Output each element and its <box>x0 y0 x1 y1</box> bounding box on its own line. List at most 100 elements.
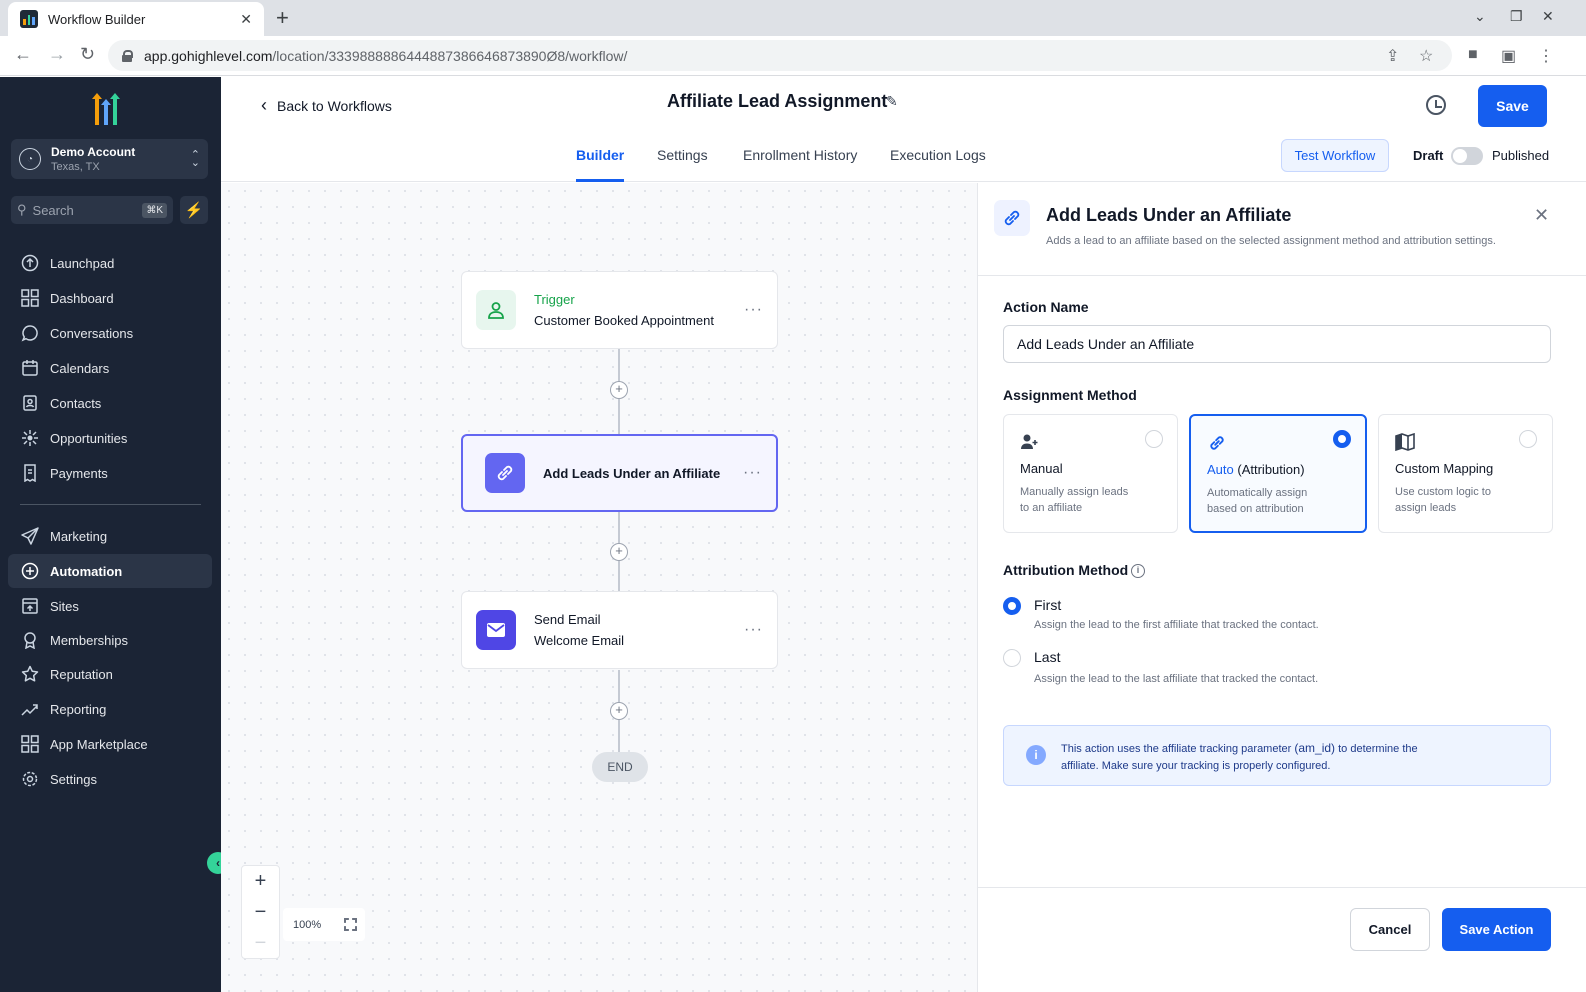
close-icon[interactable]: ✕ <box>1534 205 1549 226</box>
action-name-input[interactable] <box>1003 325 1551 363</box>
sidebar-item-opportunities[interactable]: Opportunities <box>8 421 212 455</box>
sidebar-item-label: Contacts <box>50 395 102 411</box>
more-options-icon[interactable]: ··· <box>743 464 762 482</box>
save-button[interactable]: Save <box>1478 85 1547 127</box>
back-arrow-icon[interactable]: ← <box>14 44 32 65</box>
minimize-caret-icon[interactable]: ⌄ <box>1474 8 1486 25</box>
sidebar-item-label: Marketing <box>50 528 108 544</box>
address-bar[interactable]: app.gohighlevel.com/location/33398888864… <box>108 40 1452 71</box>
close-tab-icon[interactable]: ✕ <box>240 11 252 28</box>
lock-icon <box>122 49 133 62</box>
tab-execution-logs[interactable]: Execution Logs <box>890 147 986 182</box>
reload-icon[interactable]: ↻ <box>80 44 95 65</box>
add-step-plus-icon[interactable]: + <box>610 381 628 399</box>
edit-pencil-icon[interactable]: ✎ <box>886 93 898 110</box>
sidebar-item-sites[interactable]: Sites <box>8 589 212 623</box>
sidebar-item-label: Opportunities <box>50 430 128 446</box>
extension-icon[interactable]: ■ <box>1468 46 1478 64</box>
tab-settings[interactable]: Settings <box>657 147 708 182</box>
sidebar-item-settings[interactable]: Settings <box>8 762 212 796</box>
sidebar-item-contacts[interactable]: Contacts <box>8 386 212 420</box>
workflow-canvas[interactable]: + + + Trigger Customer Booked Appointmen… <box>221 183 977 992</box>
method-title: Custom Mapping <box>1395 461 1494 476</box>
add-step-plus-icon[interactable]: + <box>610 543 628 561</box>
sidepanel-icon[interactable]: ▣ <box>1501 46 1516 66</box>
info-icon[interactable]: i <box>1131 564 1145 578</box>
info-circle-icon: i <box>1026 745 1046 765</box>
option-label-first: First <box>1034 597 1062 613</box>
grid-icon <box>20 734 40 754</box>
option-radio-first[interactable] <box>1003 597 1021 615</box>
info-notice: i This action uses the affiliate trackin… <box>1003 725 1551 786</box>
notice-param: (am_id) <box>1294 741 1336 755</box>
sidebar-item-label: Reputation <box>50 666 113 682</box>
publish-toggle[interactable] <box>1451 147 1483 165</box>
fullscreen-icon[interactable] <box>344 918 357 931</box>
sidebar-item-calendars[interactable]: Calendars <box>8 351 212 385</box>
method-radio-manual[interactable] <box>1145 430 1163 448</box>
browser-tab[interactable]: Workflow Builder ✕ <box>8 2 264 36</box>
sidebar-item-marketing[interactable]: Marketing <box>8 519 212 553</box>
sidebar-search[interactable]: ⚲ Search ⌘K <box>11 196 173 224</box>
browser-menu-icon[interactable]: ⋮ <box>1538 46 1554 66</box>
sidebar-item-label: App Marketplace <box>50 736 148 752</box>
quick-action-bolt-icon[interactable]: ⚡ <box>180 196 208 224</box>
method-radio-custom[interactable] <box>1519 430 1537 448</box>
bookmark-star-icon[interactable]: ☆ <box>1419 46 1433 66</box>
url-path: /location/3339888886444887386646873890Ø8… <box>272 47 628 64</box>
option-radio-last[interactable] <box>1003 649 1021 667</box>
sidebar-item-reputation[interactable]: Reputation <box>8 657 212 691</box>
chevron-left-icon: ‹ <box>261 95 267 115</box>
sidebar-item-app-marketplace[interactable]: App Marketplace <box>8 727 212 761</box>
account-switcher[interactable]: ◔ Demo Account Texas, TX ⌃ ⌄ <box>11 139 208 179</box>
restore-window-icon[interactable]: ❐ <box>1510 8 1523 25</box>
link-icon <box>994 200 1030 236</box>
sidebar-item-launchpad[interactable]: Launchpad <box>8 246 212 280</box>
sidebar-item-conversations[interactable]: Conversations <box>8 316 212 350</box>
person-add-icon <box>1020 431 1042 453</box>
sidebar-item-label: Reporting <box>50 701 107 717</box>
sidebar: ◔ Demo Account Texas, TX ⌃ ⌄ ⚲ Search ⌘K … <box>0 77 221 992</box>
url-host: app.gohighlevel.com <box>144 47 273 64</box>
tab-enrollment-history[interactable]: Enrollment History <box>743 147 857 182</box>
published-label: Published <box>1492 148 1550 163</box>
affiliate-action-node[interactable]: Add Leads Under an Affiliate ··· <box>461 434 778 512</box>
action-name-label: Action Name <box>1003 299 1089 315</box>
cancel-button[interactable]: Cancel <box>1350 908 1430 951</box>
method-desc: Use custom logic to assign leads <box>1395 486 1491 514</box>
close-window-icon[interactable]: ✕ <box>1542 8 1554 25</box>
chevron-updown-icon: ⌃ ⌄ <box>190 149 200 169</box>
notice-text-pre: This action uses the affiliate tracking … <box>1061 743 1292 755</box>
method-desc: Automatically assign based on attributio… <box>1207 487 1308 515</box>
person-icon <box>476 290 516 330</box>
save-action-button[interactable]: Save Action <box>1442 908 1551 951</box>
zoom-controls: + − − <box>241 865 280 959</box>
sidebar-item-dashboard[interactable]: Dashboard <box>8 281 212 315</box>
back-to-workflows-link[interactable]: ‹ Back to Workflows <box>261 95 392 116</box>
browser-tabstrip: Workflow Builder ✕ + ⌄ ❐ ✕ <box>0 0 1586 36</box>
tab-builder[interactable]: Builder <box>576 147 625 182</box>
forward-arrow-icon[interactable]: → <box>48 44 66 65</box>
zoom-reset-icon[interactable]: − <box>242 928 279 959</box>
add-step-plus-icon[interactable]: + <box>610 702 628 720</box>
sidebar-item-automation[interactable]: Automation <box>8 554 212 588</box>
history-icon[interactable] <box>1426 95 1446 115</box>
new-tab-icon[interactable]: + <box>276 6 289 30</box>
more-options-icon[interactable]: ··· <box>744 621 763 639</box>
send-email-node[interactable]: Send Email Welcome Email ··· <box>461 591 778 669</box>
sidebar-item-memberships[interactable]: Memberships <box>8 623 212 657</box>
zoom-out-icon[interactable]: − <box>242 897 279 928</box>
more-options-icon[interactable]: ··· <box>744 301 763 319</box>
test-workflow-button[interactable]: Test Workflow <box>1281 139 1389 172</box>
zoom-level: 100% <box>283 908 365 941</box>
zoom-in-icon[interactable]: + <box>242 866 279 897</box>
sidebar-item-reporting[interactable]: Reporting <box>8 692 212 726</box>
badge-icon <box>20 630 40 650</box>
share-icon[interactable]: ⇪ <box>1386 46 1399 66</box>
map-icon <box>1395 431 1417 453</box>
trigger-node[interactable]: Trigger Customer Booked Appointment ··· <box>461 271 778 349</box>
sidebar-item-label: Conversations <box>50 325 134 341</box>
sidebar-divider <box>20 504 201 505</box>
sidebar-item-payments[interactable]: Payments <box>8 456 212 490</box>
method-radio-auto[interactable] <box>1333 430 1351 448</box>
